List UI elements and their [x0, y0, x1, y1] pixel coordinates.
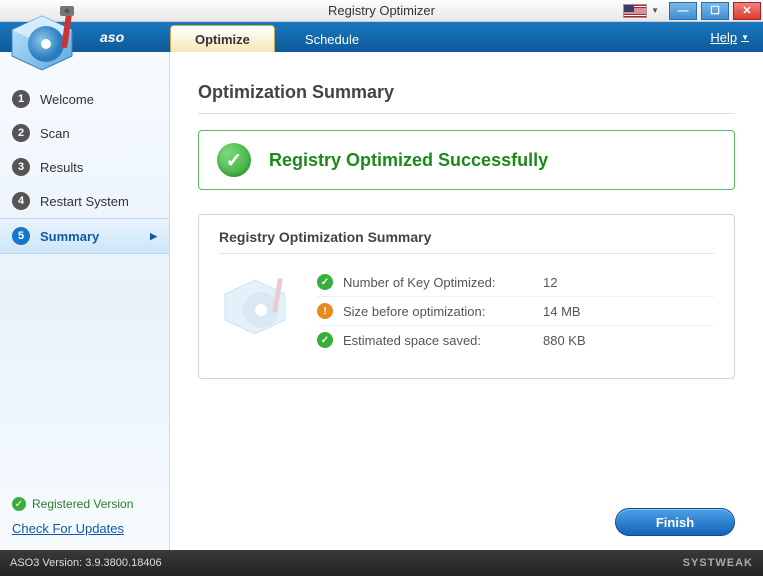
summary-row: ! Size before optimization: 14 MB: [317, 297, 714, 326]
registry-gear-icon: [219, 268, 299, 348]
finish-button[interactable]: Finish: [615, 508, 735, 536]
app-logo-icon: [6, 4, 94, 76]
divider: [198, 113, 735, 114]
registered-status: ✓ Registered Version: [0, 491, 169, 517]
help-menu[interactable]: Help ▼: [696, 22, 763, 52]
window-title: Registry Optimizer: [328, 3, 435, 18]
step-label: Results: [40, 160, 83, 175]
status-bar: ASO3 Version: 3.9.3800.18406 SYSTWEAK: [0, 550, 763, 576]
check-icon: ✓: [12, 497, 26, 511]
chevron-right-icon: ▶: [150, 231, 157, 242]
sidebar-step-scan[interactable]: 2 Scan: [0, 116, 169, 150]
close-button[interactable]: ✕: [733, 2, 761, 20]
warning-icon: !: [317, 303, 333, 319]
success-message: Registry Optimized Successfully: [269, 150, 548, 171]
step-label: Scan: [40, 126, 70, 141]
summary-panel: Registry Optimization Summary ✓ Number o…: [198, 214, 735, 379]
step-label: Welcome: [40, 92, 94, 107]
step-label: Restart System: [40, 194, 129, 209]
row-label: Estimated space saved:: [343, 333, 543, 348]
check-icon: ✓: [317, 332, 333, 348]
step-number: 3: [12, 158, 30, 176]
main-tabs: Optimize Schedule: [170, 22, 389, 52]
check-icon: ✓: [317, 274, 333, 290]
success-banner: ✓ Registry Optimized Successfully: [198, 130, 735, 190]
title-bar: Registry Optimizer ▼ — ☐ ✕: [0, 0, 763, 22]
flag-icon[interactable]: [623, 4, 647, 18]
sidebar-step-welcome[interactable]: 1 Welcome: [0, 82, 169, 116]
summary-row: ✓ Estimated space saved: 880 KB: [317, 326, 714, 354]
sidebar-step-summary[interactable]: 5 Summary ▶: [0, 218, 169, 254]
step-number: 2: [12, 124, 30, 142]
tab-schedule[interactable]: Schedule: [281, 26, 383, 52]
row-value: 12: [543, 275, 623, 290]
row-label: Number of Key Optimized:: [343, 275, 543, 290]
sidebar-step-restart[interactable]: 4 Restart System: [0, 184, 169, 218]
registered-label: Registered Version: [32, 497, 133, 511]
check-updates[interactable]: Check For Updates: [0, 517, 169, 550]
row-value: 880 KB: [543, 333, 623, 348]
row-value: 14 MB: [543, 304, 623, 319]
sidebar-step-results[interactable]: 3 Results: [0, 150, 169, 184]
divider: [219, 253, 714, 254]
summary-title: Registry Optimization Summary: [219, 229, 714, 245]
step-number: 1: [12, 90, 30, 108]
minimize-button[interactable]: —: [669, 2, 697, 20]
help-label: Help: [710, 30, 737, 45]
version-label: ASO3 Version: 3.9.3800.18406: [10, 557, 162, 569]
step-number: 5: [12, 227, 30, 245]
step-number: 4: [12, 192, 30, 210]
flag-dropdown-icon[interactable]: ▼: [651, 6, 659, 15]
row-label: Size before optimization:: [343, 304, 543, 319]
sidebar: 1 Welcome 2 Scan 3 Results 4 Restart Sys…: [0, 52, 170, 550]
summary-row: ✓ Number of Key Optimized: 12: [317, 268, 714, 297]
success-check-icon: ✓: [217, 143, 251, 177]
vendor-label: SYSTWEAK: [683, 557, 753, 569]
maximize-button[interactable]: ☐: [701, 2, 729, 20]
tab-optimize[interactable]: Optimize: [170, 25, 275, 52]
menu-bar: aso Optimize Schedule Help ▼: [0, 22, 763, 52]
chevron-down-icon: ▼: [741, 33, 749, 42]
check-updates-link[interactable]: Check For Updates: [12, 521, 124, 536]
main-panel: Optimization Summary ✓ Registry Optimize…: [170, 52, 763, 550]
step-label: Summary: [40, 229, 99, 244]
page-title: Optimization Summary: [198, 82, 735, 103]
